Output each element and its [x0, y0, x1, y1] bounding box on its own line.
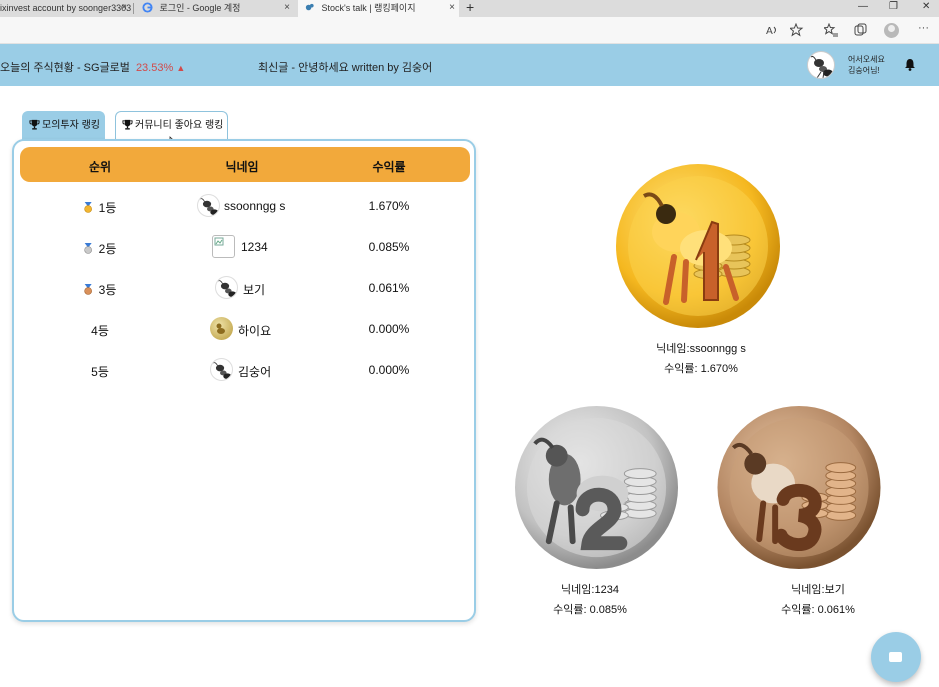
latest-post-link[interactable]: 최신글 - 안녕하세요 written by 김숭어 — [258, 59, 432, 75]
third-place-badge — [715, 404, 883, 571]
welcome-text: 어서오세요 김숭어님! — [848, 54, 885, 76]
first-place-nickname: 닉네임:ssoonngg s — [656, 343, 746, 355]
ant-avatar-icon — [810, 55, 833, 78]
tab-divider — [133, 3, 134, 14]
ticker-label: 오늘의 주식현황 - SG글로벌 — [0, 62, 130, 74]
yield-cell: 0.085% — [368, 240, 410, 254]
tab-close-icon[interactable]: × — [449, 0, 455, 16]
second-place-caption: 닉네임:1234 수익률: 0.085% — [500, 580, 680, 620]
column-header-nickname: 닉네임 — [225, 160, 259, 174]
site-header: 오늘의 주식현황 - SG글로벌 23.53% ▲ 최신글 - 안녕하세요 wri… — [0, 44, 939, 86]
rank-text: 3등 — [98, 283, 117, 297]
third-place-yield: 수익률: 0.061% — [781, 604, 855, 616]
second-place-badge — [513, 404, 680, 571]
rank-text: 2등 — [98, 242, 117, 256]
column-header-yield: 수익률 — [372, 160, 406, 174]
tab-close-icon[interactable]: × — [121, 0, 127, 16]
yield-cell: 0.061% — [368, 281, 410, 295]
first-place-caption: 닉네임:ssoonngg s 수익률: 1.670% — [611, 339, 791, 379]
silver-medal-icon — [84, 243, 92, 254]
collections-icon[interactable] — [854, 23, 868, 37]
read-aloud-icon[interactable]: A — [765, 23, 779, 37]
more-icon[interactable]: ··· — [918, 21, 929, 35]
nickname-cell[interactable]: 김숭어 — [238, 363, 271, 380]
favorite-add-icon[interactable] — [790, 23, 804, 37]
tab-title: Stock's talk | 랭킹페이지 — [321, 3, 416, 13]
welcome-line: 어서오세요 — [848, 55, 885, 64]
tab-label: 모의투자 랭킹 — [42, 120, 100, 131]
browser-tab-bar: ixinvest account by soonger3303 × 로그인 - … — [0, 0, 939, 17]
browser-tab-active[interactable]: Stock's talk | 랭킹페이지 × — [298, 0, 459, 17]
nickname-cell[interactable]: 1234 — [241, 240, 268, 254]
broken-image-icon — [212, 235, 235, 258]
google-icon — [142, 2, 153, 13]
favorites-icon[interactable] — [824, 23, 838, 37]
table-row[interactable]: 2등 1234 0.085% — [14, 232, 474, 262]
minimize-button[interactable]: — — [858, 0, 868, 14]
rank-cell: 4등 — [91, 324, 109, 338]
tab-title: ixinvest account by soonger3303 — [0, 3, 131, 13]
column-header-rank: 순위 — [88, 160, 112, 174]
up-arrow-icon: ▲ — [176, 63, 186, 73]
chat-bubble-icon — [889, 652, 902, 662]
welcome-username: 김숭어님! — [848, 66, 880, 75]
table-row[interactable]: 4등 하이요 0.000% — [14, 314, 474, 344]
tab-title: 로그인 - Google 계정 — [159, 3, 241, 13]
nickname-cell[interactable]: 하이요 — [238, 322, 271, 339]
new-tab-button[interactable]: + — [466, 0, 474, 15]
ranking-panel: 순위 닉네임 수익률 1등 ssoonngg s 1.670% 2등 1234 … — [12, 139, 476, 622]
ant-avatar-icon — [215, 276, 238, 299]
gold-medal-icon — [84, 202, 92, 213]
browser-toolbar: A ··· — [0, 17, 939, 44]
gold-ant-avatar-icon — [210, 317, 233, 340]
nickname-cell[interactable]: ssoonngg s — [224, 199, 285, 213]
user-avatar[interactable] — [807, 51, 835, 79]
bell-icon[interactable] — [904, 58, 916, 71]
trophy-icon — [29, 119, 40, 130]
table-row[interactable]: 1등 ssoonngg s 1.670% — [14, 191, 474, 221]
bronze-medal-icon — [84, 284, 92, 295]
maximize-button[interactable]: ❐ — [889, 0, 898, 14]
second-place-nickname: 닉네임:1234 — [561, 584, 619, 596]
table-header: 순위 닉네임 수익률 — [20, 147, 470, 182]
table-row[interactable]: 5등 김숭어 0.000% — [14, 355, 474, 385]
ant-avatar-icon — [197, 194, 220, 217]
first-place-yield: 수익률: 1.670% — [664, 363, 738, 375]
browser-tab[interactable]: ixinvest account by soonger3303 × — [0, 0, 131, 17]
table-row[interactable]: 3등 보기 0.061% — [14, 273, 474, 303]
rank-cell: 2등 — [84, 240, 117, 257]
close-window-button[interactable]: ✕ — [922, 0, 930, 14]
ticker-percent: 23.53% — [135, 62, 174, 74]
tab-close-icon[interactable]: × — [284, 0, 290, 16]
third-place-caption: 닉네임:보기 수익률: 0.061% — [728, 580, 908, 620]
first-place-badge — [614, 162, 782, 330]
yield-cell: 0.000% — [368, 322, 410, 336]
third-place-nickname: 닉네임:보기 — [791, 584, 845, 596]
rank-text: 1등 — [98, 201, 117, 215]
chat-button[interactable] — [871, 632, 921, 682]
nickname-cell[interactable]: 보기 — [243, 281, 265, 298]
trophy-icon — [122, 119, 133, 130]
ant-avatar-icon — [210, 358, 233, 381]
rank-cell: 5등 — [91, 365, 109, 379]
rank-cell: 3등 — [84, 281, 117, 298]
svg-text:A: A — [766, 26, 773, 37]
yield-cell: 0.000% — [368, 363, 410, 377]
ant-favicon-icon — [305, 3, 314, 11]
yield-cell: 1.670% — [368, 199, 410, 213]
profile-icon[interactable] — [884, 23, 899, 38]
rank-cell: 1등 — [84, 199, 117, 216]
stock-ticker[interactable]: 오늘의 주식현황 - SG글로벌 23.53% ▲ — [0, 59, 185, 75]
browser-tab[interactable]: 로그인 - Google 계정 × — [138, 0, 294, 17]
second-place-yield: 수익률: 0.085% — [553, 604, 627, 616]
tab-mock-investment-ranking[interactable]: 모의투자 랭킹 — [22, 111, 105, 140]
tab-label: 커뮤니티 좋아요 랭킹 — [135, 120, 224, 131]
